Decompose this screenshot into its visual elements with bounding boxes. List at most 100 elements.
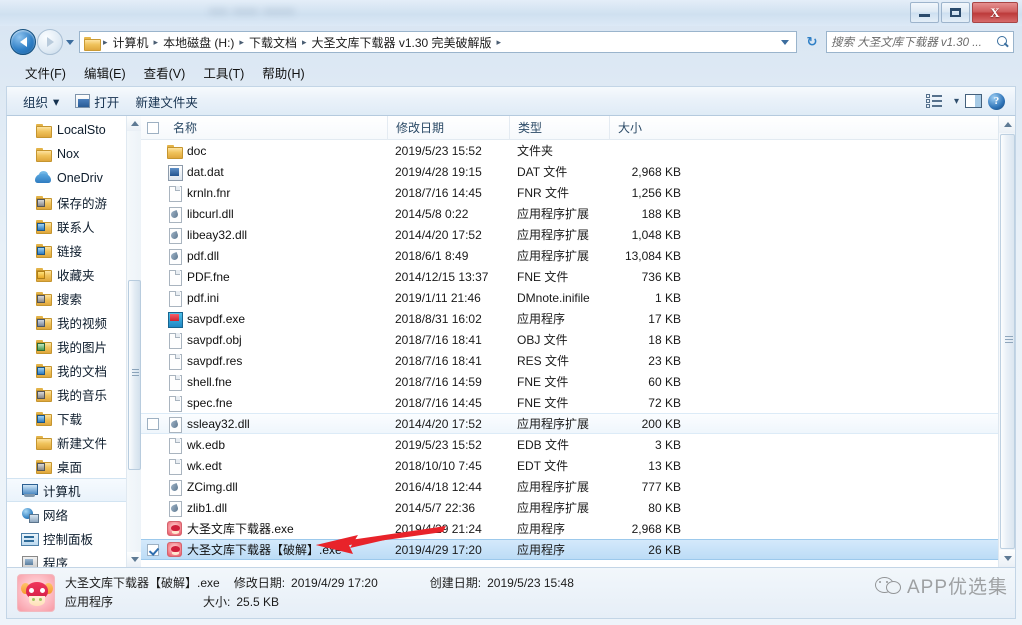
column-header-date[interactable]: 修改日期 xyxy=(387,116,509,140)
table-row[interactable]: dat.dat 2019/4/28 19:15 DAT 文件 2,968 KB xyxy=(141,161,998,182)
column-header-name[interactable]: 名称 xyxy=(165,116,387,140)
sidebar-item-downloads[interactable]: 下载 xyxy=(7,406,141,430)
sidebar-item-favorites[interactable]: 收藏夹 xyxy=(7,262,141,286)
forward-button[interactable] xyxy=(37,29,63,55)
table-row[interactable]: pdf.ini 2019/1/11 21:46 DMnote.inifile 1 KB xyxy=(141,287,998,308)
table-row[interactable]: shell.fne 2018/7/16 14:59 FNE 文件 60 KB xyxy=(141,371,998,392)
table-row[interactable]: savpdf.obj 2018/7/16 18:41 OBJ 文件 18 KB xyxy=(141,329,998,350)
sidebar-item-my-music[interactable]: 我的音乐 xyxy=(7,382,141,406)
table-row[interactable]: PDF.fne 2014/12/15 13:37 FNE 文件 736 KB xyxy=(141,266,998,287)
sidebar-item-contacts[interactable]: 联系人 xyxy=(7,214,141,238)
change-view-icon[interactable] xyxy=(925,94,943,108)
status-modified-value: 2019/4/29 17:20 xyxy=(291,576,378,591)
menu-file[interactable]: 文件(F) xyxy=(16,61,75,84)
menu-view[interactable]: 查看(V) xyxy=(135,61,195,84)
status-details: 大圣文库下载器【破解】.exe 修改日期: 2019/4/29 17:20 创建… xyxy=(65,574,1005,611)
cell-type: EDB 文件 xyxy=(517,438,570,452)
address-bar[interactable]: ▸ 计算机 ▸ 本地磁盘 (H:) ▸ 下载文档 ▸ 大圣文库下载器 v1.30… xyxy=(79,31,797,53)
scrollbar-thumb[interactable] xyxy=(128,280,141,470)
blank-file-icon xyxy=(167,353,182,370)
table-row[interactable]: spec.fne 2018/7/16 14:45 FNE 文件 72 KB xyxy=(141,392,998,413)
file-name-label: dat.dat xyxy=(187,164,224,179)
table-row[interactable]: savpdf.res 2018/7/16 18:41 RES 文件 23 KB xyxy=(141,350,998,371)
help-icon[interactable]: ? xyxy=(988,92,1005,110)
sidebar-item-searches[interactable]: 搜索 xyxy=(7,286,141,310)
table-row[interactable]: libcurl.dll 2014/5/8 0:22 应用程序扩展 188 KB xyxy=(141,203,998,224)
refresh-button[interactable]: ↻ xyxy=(801,31,823,53)
address-dropdown-button[interactable] xyxy=(777,32,793,52)
table-row[interactable]: savpdf.exe 2018/8/31 16:02 应用程序 17 KB xyxy=(141,308,998,329)
scroll-up-button[interactable] xyxy=(999,116,1015,133)
table-row[interactable]: krnln.fnr 2018/7/16 14:45 FNR 文件 1,256 KB xyxy=(141,182,998,203)
search-input[interactable]: 搜索 大圣文库下载器 v1.30 ... xyxy=(831,34,996,50)
menu-help[interactable]: 帮助(H) xyxy=(253,61,313,84)
sidebar-item-my-videos[interactable]: 我的视频 xyxy=(7,310,141,334)
table-row[interactable]: libeay32.dll 2014/4/20 17:52 应用程序扩展 1,048 K… xyxy=(141,224,998,245)
table-row[interactable]: ssleay32.dll 2014/4/20 17:52 应用程序扩展 200 KB xyxy=(141,413,998,434)
cloud-icon xyxy=(35,170,52,186)
breadcrumb-item-downloads[interactable]: 下载文档 xyxy=(245,33,301,52)
back-button[interactable] xyxy=(10,29,36,55)
menu-tools[interactable]: 工具(T) xyxy=(194,61,253,84)
search-box[interactable]: 搜索 大圣文库下载器 v1.30 ... xyxy=(826,31,1014,53)
table-row[interactable]: zlib1.dll 2014/5/7 22:36 应用程序扩展 80 KB xyxy=(141,497,998,518)
scrollbar-grip-icon xyxy=(132,372,139,373)
sidebar-item-programs[interactable]: 程序 xyxy=(7,550,141,567)
minimize-button[interactable] xyxy=(910,2,939,23)
blank-file-icon xyxy=(167,332,182,349)
sidebar-item-computer[interactable]: 计算机 xyxy=(7,478,141,502)
scroll-down-button[interactable] xyxy=(127,552,141,567)
row-checkbox[interactable] xyxy=(141,543,165,556)
cell-size: 1,256 KB xyxy=(631,185,681,200)
file-list-body[interactable]: doc 2019/5/23 15:52 文件夹 dat.dat 2019/4/28 19… xyxy=(141,140,998,567)
preview-pane-icon[interactable] xyxy=(965,94,982,108)
recent-locations-button[interactable] xyxy=(63,31,77,53)
table-row[interactable]: doc 2019/5/23 15:52 文件夹 xyxy=(141,140,998,161)
sidebar-item-onedrive[interactable]: OneDriv xyxy=(7,166,141,190)
searches-folder-icon xyxy=(35,291,52,306)
content-area: LocalSto Nox OneDriv 保存的游 联系人 链接 收藏夹 搜索 … xyxy=(6,116,1016,568)
sidebar-item-network[interactable]: 网络 xyxy=(7,502,141,526)
cell-size: 17 KB xyxy=(648,311,681,326)
organize-button[interactable]: 组织 ▾ xyxy=(15,90,67,113)
navigation-scrollbar[interactable] xyxy=(126,116,141,567)
table-row[interactable]: wk.edb 2019/5/23 15:52 EDB 文件 3 KB xyxy=(141,434,998,455)
table-row[interactable]: 大圣文库下载器.exe 2019/4/29 21:24 应用程序 2,968 KB xyxy=(141,518,998,539)
menu-edit[interactable]: 编辑(E) xyxy=(75,61,135,84)
new-folder-button[interactable]: 新建文件夹 xyxy=(127,90,206,113)
scroll-down-button[interactable] xyxy=(999,550,1015,567)
title-bar: ▪▪▪ ▪▪▪▪ ▪▪▪▪▪ X xyxy=(0,0,1022,26)
table-row[interactable]: 大圣文库下载器【破解】.exe 2019/4/29 17:20 应用程序 26 KB xyxy=(141,539,998,560)
column-header-type[interactable]: 类型 xyxy=(509,116,609,140)
cell-date: 2014/12/15 13:37 xyxy=(395,269,489,284)
maximize-button[interactable] xyxy=(941,2,970,23)
sidebar-item-control-panel[interactable]: 控制面板 xyxy=(7,526,141,550)
view-options-chevron-icon[interactable]: ▾ xyxy=(954,96,959,107)
sidebar-item-nox[interactable]: Nox xyxy=(7,142,141,166)
row-checkbox[interactable] xyxy=(141,417,165,430)
breadcrumb-item-drive[interactable]: 本地磁盘 (H:) xyxy=(159,33,238,52)
close-button[interactable]: X xyxy=(972,2,1018,23)
sidebar-item-my-documents[interactable]: 我的文档 xyxy=(7,358,141,382)
breadcrumb-item-current[interactable]: 大圣文库下载器 v1.30 完美破解版 xyxy=(307,33,495,52)
select-all-checkbox[interactable] xyxy=(141,121,165,134)
sidebar-item-localsto[interactable]: LocalSto xyxy=(7,118,141,142)
cell-date: 2019/4/29 21:24 xyxy=(395,521,482,536)
open-button[interactable]: 打开 xyxy=(67,90,127,113)
table-row[interactable]: pdf.dll 2018/6/1 8:49 应用程序扩展 13,084 KB xyxy=(141,245,998,266)
sidebar-item-my-pictures[interactable]: 我的图片 xyxy=(7,334,141,358)
my-pictures-folder-icon xyxy=(35,339,52,354)
breadcrumb-item-computer[interactable]: 计算机 xyxy=(109,33,153,52)
sidebar-item-saved-games[interactable]: 保存的游 xyxy=(7,190,141,214)
file-list-scrollbar[interactable] xyxy=(998,116,1015,567)
sidebar-item-links[interactable]: 链接 xyxy=(7,238,141,262)
open-label: 打开 xyxy=(94,95,120,110)
sidebar-item-label: 联系人 xyxy=(57,220,95,235)
sidebar-item-desktop[interactable]: 桌面 xyxy=(7,454,141,478)
scrollbar-thumb[interactable] xyxy=(1000,134,1015,549)
table-row[interactable]: ZCimg.dll 2016/4/18 12:44 应用程序扩展 777 KB xyxy=(141,476,998,497)
table-row[interactable]: wk.edt 2018/10/10 7:45 EDT 文件 13 KB xyxy=(141,455,998,476)
sidebar-item-new-folder[interactable]: 新建文件 xyxy=(7,430,141,454)
scroll-up-button[interactable] xyxy=(127,116,141,131)
column-header-size[interactable]: 大小 xyxy=(609,116,691,140)
